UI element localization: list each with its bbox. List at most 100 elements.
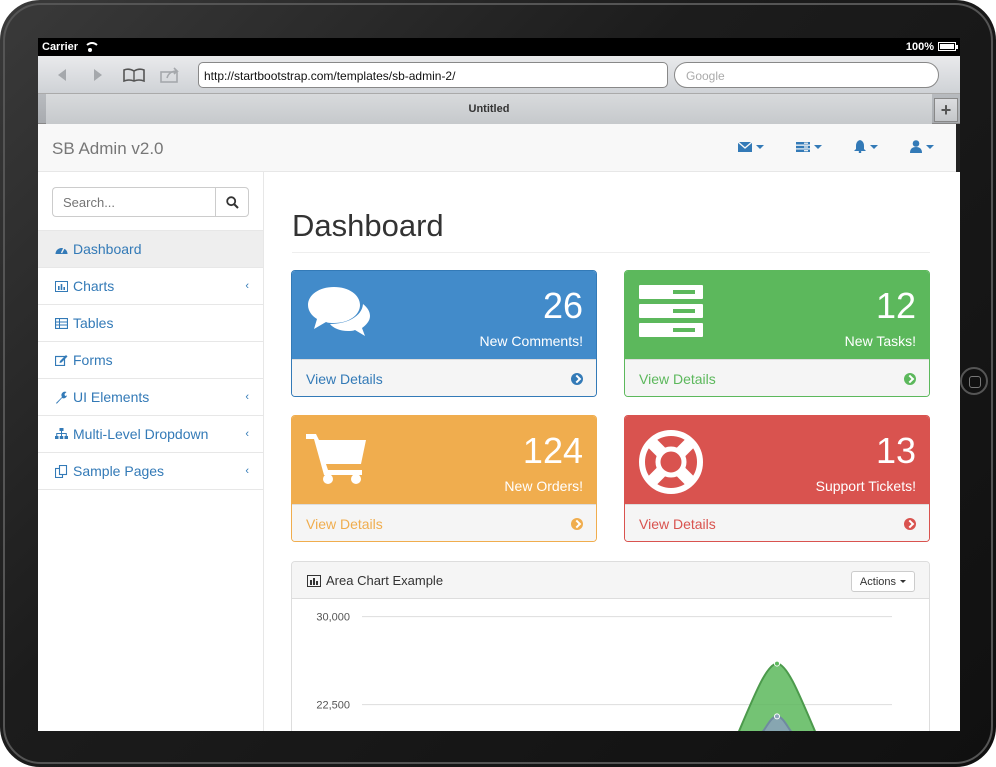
sidebar-item-label: Dashboard	[73, 241, 142, 257]
messages-dropdown[interactable]	[738, 140, 764, 153]
view-details-link[interactable]: View Details	[292, 504, 596, 541]
edit-icon	[54, 353, 68, 367]
tab-untitled[interactable]: Untitled	[46, 94, 932, 124]
wifi-icon	[84, 42, 101, 52]
battery-icon	[938, 42, 958, 51]
sidebar: Dashboard Charts ‹ Tables	[38, 172, 264, 731]
view-details-link[interactable]: View Details	[625, 504, 929, 541]
chevron-left-icon: ‹	[245, 465, 249, 477]
view-details-label: View Details	[639, 371, 716, 387]
tasks-panel: 12 New Tasks! View Details	[624, 270, 930, 397]
arrow-circle-right-icon	[904, 518, 916, 530]
user-icon	[910, 140, 922, 153]
orders-count: 124	[522, 430, 583, 471]
comments-panel: 26 New Comments! View Details	[291, 270, 597, 397]
share-button[interactable]	[152, 60, 188, 90]
bookmarks-button[interactable]	[116, 60, 152, 90]
sidebar-item-label: Sample Pages	[73, 463, 165, 479]
url-bar[interactable]: http://startbootstrap.com/templates/sb-a…	[198, 61, 668, 88]
sidebar-search	[38, 172, 263, 231]
back-icon	[58, 68, 66, 81]
bar-chart-icon	[54, 279, 68, 293]
main-content: Dashboard 26 New Comments! View Details …	[264, 172, 960, 731]
sidebar-item-dashboard[interactable]: Dashboard	[38, 231, 263, 268]
data-point[interactable]	[774, 660, 780, 667]
browser-search-field[interactable]: Google	[674, 61, 939, 88]
tasks-icon	[796, 141, 810, 152]
screen: Carrier 100% http://startbootstrap.com/t…	[38, 38, 960, 731]
sidebar-item-label: UI Elements	[73, 389, 150, 405]
comments-count: 26	[542, 285, 583, 326]
chart-title: Area Chart Example	[326, 573, 444, 588]
search-button[interactable]	[215, 187, 249, 217]
life-ring-icon	[639, 430, 703, 499]
sidebar-item-sample-pages[interactable]: Sample Pages ‹	[38, 453, 263, 490]
sidebar-item-forms[interactable]: Forms	[38, 342, 263, 379]
alerts-dropdown[interactable]	[854, 140, 878, 153]
user-dropdown[interactable]	[910, 140, 934, 153]
carrier-label: Carrier	[42, 41, 79, 53]
back-button[interactable]	[44, 60, 80, 90]
chevron-left-icon: ‹	[245, 428, 249, 440]
sidebar-item-ui-elements[interactable]: UI Elements ‹	[38, 379, 263, 416]
table-icon	[54, 316, 68, 330]
new-tab-button[interactable]: +	[934, 98, 958, 122]
actions-label: Actions	[859, 575, 896, 588]
sidebar-item-tables[interactable]: Tables	[38, 305, 263, 342]
tasks-count: 12	[875, 285, 916, 326]
bar-chart-icon	[307, 574, 321, 592]
view-details-link[interactable]: View Details	[292, 359, 596, 396]
navbar-icons	[738, 140, 934, 153]
tasks-icon	[639, 285, 703, 342]
panel-heading: 12 New Tasks!	[625, 271, 929, 359]
arrow-circle-right-icon	[904, 373, 916, 385]
tasks-dropdown[interactable]	[796, 140, 822, 153]
tickets-label: Support Tickets!	[815, 478, 916, 494]
arrow-circle-right-icon	[571, 373, 583, 385]
search-input[interactable]	[52, 187, 215, 217]
caret-down-icon	[814, 144, 822, 149]
orders-panel: 124 New Orders! View Details	[291, 415, 597, 542]
tickets-count: 13	[875, 430, 916, 471]
comments-icon	[306, 285, 372, 342]
caret-down-icon	[926, 144, 934, 149]
view-details-link[interactable]: View Details	[625, 359, 929, 396]
view-details-label: View Details	[306, 371, 383, 387]
files-icon	[54, 464, 68, 478]
actions-dropdown-button[interactable]: Actions	[850, 571, 915, 592]
view-details-label: View Details	[639, 516, 716, 532]
panel-heading: 124 New Orders!	[292, 416, 596, 504]
browser-toolbar: http://startbootstrap.com/templates/sb-a…	[38, 56, 960, 94]
tab-bar: Untitled +	[38, 94, 960, 124]
panel-heading: 26 New Comments!	[292, 271, 596, 359]
tablet-frame: Carrier 100% http://startbootstrap.com/t…	[0, 0, 996, 767]
y-tick-label: 22,500	[316, 700, 350, 712]
sidebar-item-multi-level-dropdown[interactable]: Multi-Level Dropdown ‹	[38, 416, 263, 453]
data-point[interactable]	[774, 713, 780, 720]
chevron-left-icon: ‹	[245, 280, 249, 292]
caret-down-icon	[870, 144, 878, 149]
panel-heading: 13 Support Tickets!	[625, 416, 929, 504]
forward-button[interactable]	[80, 60, 116, 90]
battery-label: 100%	[905, 41, 934, 53]
book-icon	[123, 67, 145, 82]
title-divider	[292, 252, 930, 253]
area-chart-panel: Area Chart Example Actions 30,000 22,500	[291, 561, 930, 731]
top-navbar: SB Admin v2.0	[38, 124, 960, 204]
tasks-label: New Tasks!	[844, 333, 916, 349]
comments-label: New Comments!	[479, 333, 583, 349]
y-tick-label: 30,000	[316, 612, 350, 624]
search-icon	[225, 195, 239, 209]
home-button[interactable]	[960, 367, 988, 395]
caret-down-icon	[756, 144, 764, 149]
page-title: Dashboard	[292, 208, 444, 243]
wrench-icon	[54, 390, 68, 404]
sidebar-item-label: Charts	[73, 278, 115, 294]
brand-title[interactable]: SB Admin v2.0	[52, 139, 164, 159]
bell-icon	[854, 140, 866, 153]
forward-icon	[94, 68, 102, 81]
sitemap-icon	[54, 427, 68, 441]
envelope-icon	[738, 141, 752, 152]
arrow-circle-right-icon	[571, 518, 583, 530]
sidebar-item-charts[interactable]: Charts ‹	[38, 268, 263, 305]
